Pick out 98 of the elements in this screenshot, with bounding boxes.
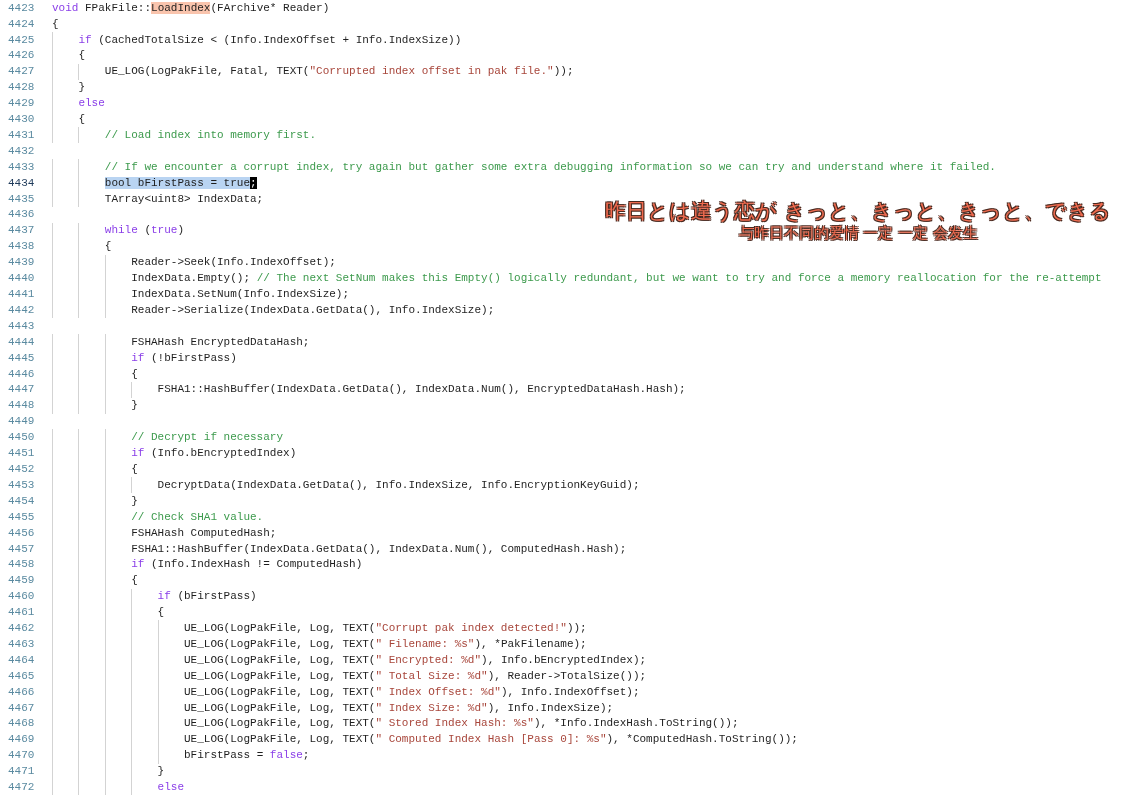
code-line: { xyxy=(78,112,85,128)
code-line: FSHAHash EncryptedDataHash; xyxy=(131,334,310,350)
line-number: 4443 xyxy=(7,318,36,334)
line-number: 4458 xyxy=(7,557,36,573)
code-line: if (Info.IndexHash != ComputedHash) xyxy=(131,557,363,573)
line-number: 4445 xyxy=(7,350,36,366)
code-line: IndexData.SetNum(Info.IndexSize); xyxy=(131,287,350,302)
line-number: 4434 xyxy=(7,175,36,191)
code-line: FSHAHash ComputedHash; xyxy=(131,525,277,541)
line-number: 4463 xyxy=(7,636,36,652)
code-line: { xyxy=(131,573,138,589)
code-line: { xyxy=(131,462,138,477)
code-line: UE_LOG(LogPakFile, Log, TEXT(" Index Offset: %d"), Info.IndexOffset); xyxy=(184,684,640,700)
line-number: 4429 xyxy=(7,96,36,112)
code-line: else xyxy=(78,96,105,112)
code-line: } xyxy=(157,764,165,780)
code-line: bFirstPass = false; xyxy=(184,748,310,764)
code-line: Reader->Seek(Info.IndexOffset); xyxy=(131,255,336,271)
line-number: 4424 xyxy=(7,16,36,32)
line-number: 4447 xyxy=(7,382,36,398)
line-number: 4457 xyxy=(7,541,36,557)
subtitle-text: 昨日とは違う恋が きっと、きっと、きっと、できる xyxy=(605,199,1111,224)
line-number: 4431 xyxy=(7,127,36,143)
code-line: while (true) xyxy=(104,223,185,239)
code-line: TArray<uint8> IndexData; xyxy=(104,191,264,207)
line-number: 4466 xyxy=(7,684,36,700)
line-number: 4464 xyxy=(7,652,36,668)
code-line: bool bFirstPass = true; xyxy=(104,175,257,191)
line-number: 4448 xyxy=(7,398,36,414)
code-line: } xyxy=(78,80,85,96)
line-number: 4450 xyxy=(7,430,36,446)
line-number: 4462 xyxy=(7,621,36,637)
line-number: 4432 xyxy=(7,143,36,159)
code-line: void FPakFile::LoadIndex(FArchive* Reader) xyxy=(52,0,330,16)
code-line: UE_LOG(LogPakFile, Log, TEXT(" Filename: %s"), *PakFilename); xyxy=(184,636,587,652)
code-line: { xyxy=(157,605,165,621)
line-number: 4451 xyxy=(7,446,36,462)
code-line: { xyxy=(104,239,112,255)
line-number: 4435 xyxy=(7,191,36,207)
line-number: 4452 xyxy=(7,462,36,477)
line-number: 4456 xyxy=(7,525,36,541)
line-number: 4471 xyxy=(7,764,36,780)
subtitle-translation: 与昨日不同的爱情 一定 一定 会发生 xyxy=(738,225,978,243)
code-line: UE_LOG(LogPakFile, Log, TEXT("Corrupt pak index detected!")); xyxy=(184,621,587,637)
code-line: UE_LOG(LogPakFile, Log, TEXT(" Computed Index Hash [Pass 0]: %s"), *ComputedHash.ToString()); xyxy=(184,732,798,748)
code-line: UE_LOG(LogPakFile, Log, TEXT(" Encrypted: %d"), Info.bEncryptedIndex); xyxy=(184,652,647,668)
code-line: } xyxy=(131,493,138,509)
line-number: 4455 xyxy=(7,509,36,525)
line-number: 4440 xyxy=(7,271,36,287)
code-line: UE_LOG(LogPakFile, Fatal, TEXT("Corrupted index offset in pak file.")); xyxy=(104,64,574,80)
code-line: { xyxy=(78,48,85,64)
line-number: 4467 xyxy=(7,700,36,716)
line-number: 4469 xyxy=(7,732,36,748)
code-line: if (CachedTotalSize < (Info.IndexOffset + Info.IndexSize)) xyxy=(78,32,462,48)
line-number: 4425 xyxy=(7,32,36,48)
line-number: 4449 xyxy=(7,414,36,430)
line-number: 4446 xyxy=(7,366,36,382)
line-number: 4461 xyxy=(7,605,36,621)
code-line: // If we encounter a corrupt index, try again but gather some extra debugging information so we can try and understand where it failed. xyxy=(104,159,996,175)
line-number: 4453 xyxy=(7,477,36,493)
line-number: 4460 xyxy=(7,589,36,605)
line-number: 4430 xyxy=(7,112,36,128)
code-line: else xyxy=(157,780,184,796)
code-line: UE_LOG(LogPakFile, Log, TEXT(" Index Size: %d"), Info.IndexSize); xyxy=(184,700,614,716)
line-number: 4426 xyxy=(7,48,36,64)
code-line: UE_LOG(LogPakFile, Log, TEXT(" Stored Index Hash: %s"), *Info.IndexHash.ToString()); xyxy=(184,716,739,732)
line-number: 4437 xyxy=(7,223,36,239)
code-line: FSHA1::HashBuffer(IndexData.GetData(), IndexData.Num(), EncryptedDataHash.Hash); xyxy=(157,382,686,398)
line-number: 4438 xyxy=(7,239,36,255)
line-number: 4441 xyxy=(7,287,36,302)
line-number: 4459 xyxy=(7,573,36,589)
code-line: if (bFirstPass) xyxy=(157,589,257,605)
code-line: FSHA1::HashBuffer(IndexData.GetData(), IndexData.Num(), ComputedHash.Hash); xyxy=(131,541,627,557)
code-line: UE_LOG(LogPakFile, Log, TEXT(" Total Size: %d"), Reader->TotalSize()); xyxy=(184,668,647,684)
line-number: 4427 xyxy=(7,64,36,80)
code-line: { xyxy=(52,16,59,32)
code-line: if (!bFirstPass) xyxy=(131,350,237,366)
line-number: 4428 xyxy=(7,80,36,96)
line-number: 4423 xyxy=(7,0,36,16)
code-line: { xyxy=(131,366,138,382)
line-number: 4442 xyxy=(7,302,36,318)
code-line: // Check SHA1 value. xyxy=(131,509,264,525)
line-number: 4433 xyxy=(7,159,36,175)
code-line: DecryptData(IndexData.GetData(), Info.IndexSize, Info.EncryptionKeyGuid); xyxy=(157,477,640,493)
line-number: 4436 xyxy=(7,207,36,223)
line-number: 4439 xyxy=(7,255,36,271)
line-number: 4454 xyxy=(7,493,36,509)
line-number: 4444 xyxy=(7,334,36,350)
code-line: if (Info.bEncryptedIndex) xyxy=(131,446,297,462)
code-line: } xyxy=(131,398,138,414)
code-line: // Load index into memory first. xyxy=(104,127,317,143)
line-number: 4465 xyxy=(7,668,36,684)
line-number: 4472 xyxy=(7,780,36,796)
line-number: 4470 xyxy=(7,748,36,764)
code-line: IndexData.Empty(); // The next SetNum makes this Empty() logically redundant, but we want to try and force a memory reallocation for the re-attempt xyxy=(131,271,1102,287)
line-number: 4468 xyxy=(7,716,36,732)
code-line: // Decrypt if necessary xyxy=(131,430,284,446)
code-line: Reader->Serialize(IndexData.GetData(), Info.IndexSize); xyxy=(131,302,495,318)
